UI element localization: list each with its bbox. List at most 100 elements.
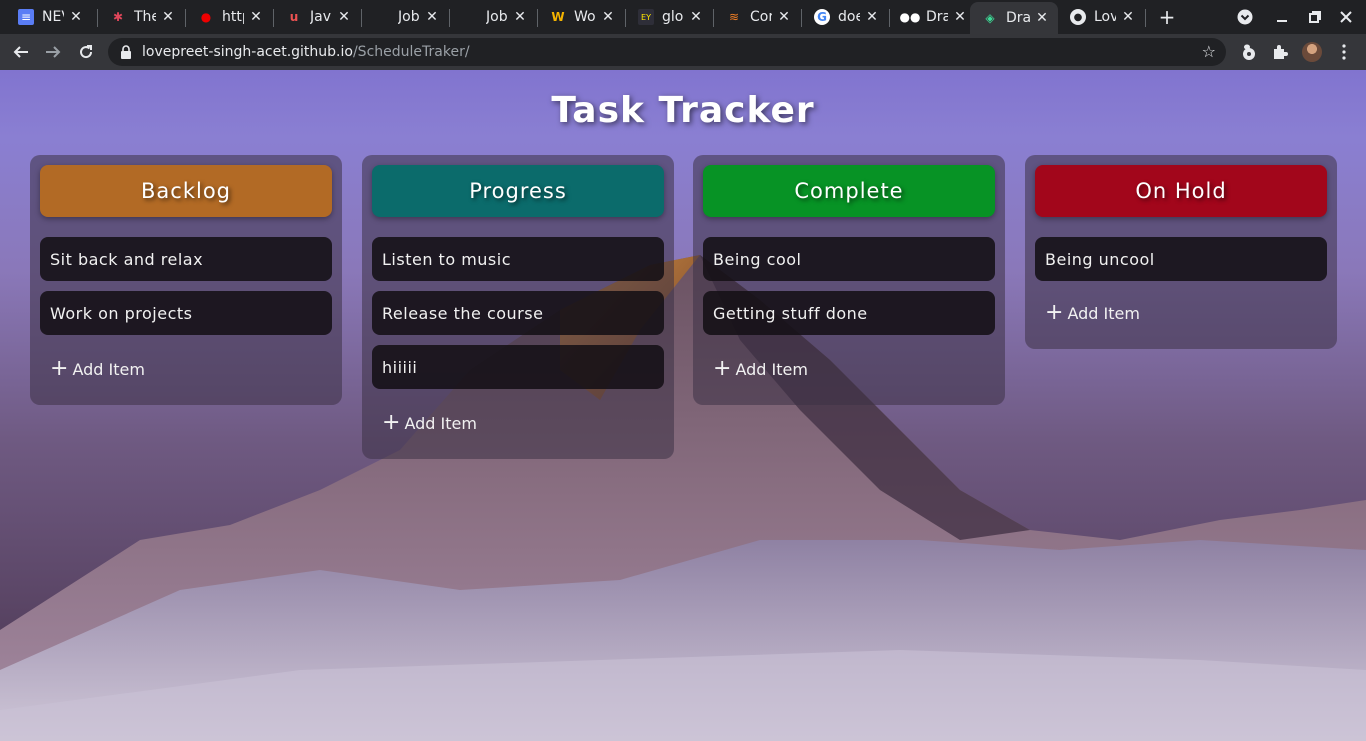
column-header: Complete xyxy=(703,165,995,217)
extensions-button[interactable] xyxy=(1270,42,1290,62)
close-window-button[interactable] xyxy=(1335,6,1357,28)
tab[interactable]: Job ✕ xyxy=(362,0,448,34)
restore-button[interactable] xyxy=(1304,6,1326,28)
plus-icon: + xyxy=(382,410,401,435)
add-item-label: Add Item xyxy=(735,359,808,379)
list-item[interactable]: Being uncool xyxy=(1035,237,1327,281)
list-item[interactable]: Work on projects xyxy=(40,291,332,335)
tab-title: Jav xyxy=(310,9,331,25)
medium-icon: ●● xyxy=(899,10,921,24)
minimize-button[interactable] xyxy=(1271,6,1293,28)
tab[interactable]: ✱ The ✕ xyxy=(98,0,184,34)
add-item-label: Add Item xyxy=(72,359,145,379)
close-icon[interactable]: ✕ xyxy=(776,9,792,25)
tab[interactable]: Job ✕ xyxy=(450,0,536,34)
add-item-button[interactable]: + Add Item xyxy=(40,349,332,389)
tab[interactable]: W Wo ✕ xyxy=(538,0,624,34)
tab[interactable]: ≡ NEV ✕ xyxy=(6,0,92,34)
close-icon[interactable]: ✕ xyxy=(248,9,264,25)
google-icon: G xyxy=(814,9,830,25)
tab-title: Cor xyxy=(750,9,772,25)
tab[interactable]: ●● Dra ✕ xyxy=(890,0,976,34)
new-tab-button[interactable]: + xyxy=(1156,5,1178,29)
lock-icon xyxy=(121,45,131,59)
close-icon[interactable]: ✕ xyxy=(68,9,84,25)
close-icon[interactable]: ✕ xyxy=(160,9,176,25)
tab-title: NEV xyxy=(42,9,64,25)
reload-button[interactable] xyxy=(75,41,97,63)
url-host: lovepreet-singh-acet.github.io xyxy=(142,44,353,60)
stack-icon: ≋ xyxy=(728,10,740,24)
column-header: Progress xyxy=(372,165,664,217)
tab-title: Job xyxy=(486,9,508,25)
forward-button[interactable] xyxy=(42,41,64,63)
list-item[interactable]: Sit back and relax xyxy=(40,237,332,281)
url-path: /ScheduleTraker/ xyxy=(352,44,470,60)
add-item-button[interactable]: + Add Item xyxy=(703,349,995,389)
close-icon[interactable]: ✕ xyxy=(952,9,968,25)
tab-title: glo xyxy=(662,9,684,25)
tab-title: Wo xyxy=(574,9,596,25)
avatar[interactable] xyxy=(1302,42,1322,62)
tab[interactable]: ≋ Cor ✕ xyxy=(714,0,800,34)
column-header: Backlog xyxy=(40,165,332,217)
close-icon[interactable]: ✕ xyxy=(1034,10,1050,26)
close-icon[interactable]: ✕ xyxy=(688,9,704,25)
back-arrow-icon xyxy=(13,46,28,58)
close-icon[interactable]: ✕ xyxy=(512,9,528,25)
close-icon[interactable]: ✕ xyxy=(1120,9,1136,25)
column-on-hold: On Hold Being uncool + Add Item xyxy=(1025,155,1337,349)
bookmark-star-icon[interactable]: ☆ xyxy=(1202,42,1216,61)
tab[interactable]: ● http ✕ xyxy=(186,0,272,34)
layers-icon: ◈ xyxy=(985,11,995,25)
tab-active[interactable]: ◈ Dra ✕ xyxy=(970,2,1058,34)
list-item[interactable]: hiiiii xyxy=(372,345,664,389)
item-list: Sit back and relax Work on projects xyxy=(40,237,332,335)
plus-icon: + xyxy=(1045,300,1064,325)
add-item-button[interactable]: + Add Item xyxy=(1035,293,1327,333)
back-button[interactable] xyxy=(10,41,32,63)
close-icon[interactable]: ✕ xyxy=(600,9,616,25)
menu-button[interactable] xyxy=(1334,42,1354,62)
close-icon[interactable]: ✕ xyxy=(864,9,880,25)
chevron-down-icon xyxy=(1237,9,1253,25)
tab[interactable]: EY glo ✕ xyxy=(626,0,712,34)
forward-arrow-icon xyxy=(46,46,61,58)
item-list: Being cool Getting stuff done xyxy=(703,237,995,335)
tab[interactable]: ● Lov ✕ xyxy=(1058,0,1144,34)
tab[interactable]: G doe ✕ xyxy=(802,0,888,34)
tab-title: http xyxy=(222,9,244,25)
asterisk-icon: ✱ xyxy=(112,10,124,24)
tab-search-button[interactable] xyxy=(1234,6,1256,28)
list-item[interactable]: Release the course xyxy=(372,291,664,335)
blank-icon xyxy=(374,9,390,25)
list-item[interactable]: Listen to music xyxy=(372,237,664,281)
add-item-label: Add Item xyxy=(404,413,477,433)
tab[interactable]: u Jav ✕ xyxy=(274,0,360,34)
plus-icon: + xyxy=(713,356,732,381)
w-icon: W xyxy=(551,10,565,24)
add-item-label: Add Item xyxy=(1067,303,1140,323)
plus-icon: + xyxy=(50,356,69,381)
page-viewport: Task Tracker Backlog Sit back and relax … xyxy=(0,70,1366,741)
close-window-icon xyxy=(1340,11,1352,23)
ey-icon: EY xyxy=(638,9,654,25)
puzzle-icon xyxy=(1274,45,1288,59)
close-icon[interactable]: ✕ xyxy=(424,9,440,25)
address-bar[interactable]: lovepreet-singh-acet.github.io/ScheduleT… xyxy=(108,38,1226,66)
github-icon: ● xyxy=(1070,9,1086,25)
list-item[interactable]: Getting stuff done xyxy=(703,291,995,335)
item-list: Listen to music Release the course hiiii… xyxy=(372,237,664,389)
extension-icon[interactable] xyxy=(1238,42,1258,62)
page-title: Task Tracker xyxy=(551,90,815,131)
close-icon[interactable]: ✕ xyxy=(336,9,352,25)
tab-strip: ≡ NEV ✕ ✱ The ✕ ● http ✕ u Jav ✕ Job ✕ J… xyxy=(0,0,1366,34)
reload-icon xyxy=(80,45,93,59)
tab-title: The xyxy=(134,9,156,25)
tab-title: Dra xyxy=(1006,10,1030,26)
minimize-icon xyxy=(1277,20,1287,22)
tab-title: Lov xyxy=(1094,9,1116,25)
add-item-button[interactable]: + Add Item xyxy=(372,403,664,443)
list-item[interactable]: Being cool xyxy=(703,237,995,281)
browser-toolbar: lovepreet-singh-acet.github.io/ScheduleT… xyxy=(0,34,1366,70)
